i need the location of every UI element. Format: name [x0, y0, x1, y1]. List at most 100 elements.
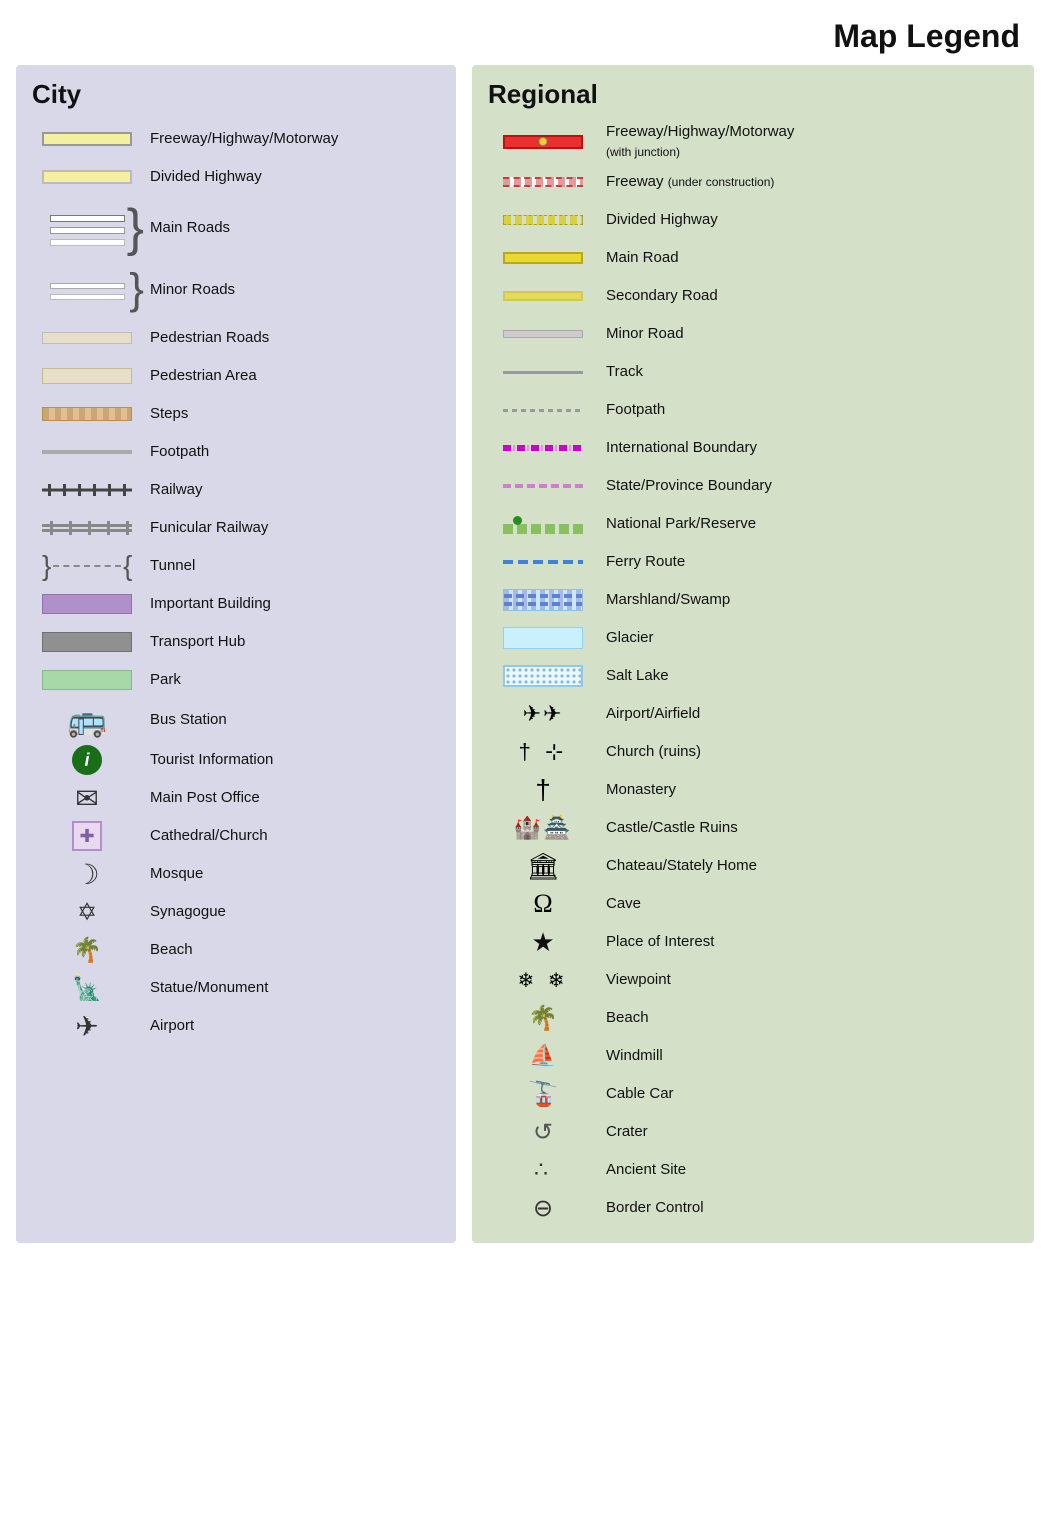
list-item: ☽ Mosque: [32, 857, 440, 891]
list-item: Park: [32, 663, 440, 697]
list-item: ❄ ❄ Viewpoint: [488, 963, 1018, 997]
airport-airfield-label: Airport/Airfield: [598, 704, 700, 724]
list-item: † Monastery: [488, 773, 1018, 807]
list-item: ✉ Main Post Office: [32, 781, 440, 815]
bus-station-label: Bus Station: [142, 710, 227, 730]
list-item: 🗽 Statue/Monument: [32, 971, 440, 1005]
list-item: Pedestrian Roads: [32, 321, 440, 355]
bus-station-icon: 🚌: [32, 701, 142, 739]
cable-car-label: Cable Car: [598, 1084, 674, 1104]
marshland-label: Marshland/Swamp: [598, 590, 730, 610]
list-item: † ⊹ Church (ruins): [488, 735, 1018, 769]
national-park-icon: [488, 514, 598, 534]
place-interest-label: Place of Interest: [598, 932, 714, 952]
marshland-icon: [488, 589, 598, 611]
city-panel: City Freeway/Highway/Motorway Divided Hi…: [16, 65, 456, 1243]
list-item: International Boundary: [488, 431, 1018, 465]
park-label: Park: [142, 670, 181, 690]
main-roads-icon: }: [32, 211, 142, 246]
castle-icon: 🏰🏯: [488, 815, 598, 841]
main-post-label: Main Post Office: [142, 788, 260, 808]
pedestrian-area-icon: [32, 368, 142, 384]
list-item: Steps: [32, 397, 440, 431]
viewpoint-label: Viewpoint: [598, 970, 671, 990]
place-interest-icon: ★: [488, 927, 598, 958]
salt-lake-icon: [488, 665, 598, 687]
viewpoint-icon: ❄ ❄: [488, 968, 598, 993]
reg-footpath-icon: [488, 409, 598, 412]
page-title: Map Legend: [0, 0, 1050, 65]
minor-roads-icon: }: [32, 279, 142, 300]
reg-track-label: Track: [598, 362, 643, 382]
minor-roads-label: Minor Roads: [142, 280, 235, 300]
list-item: } Main Roads: [32, 198, 440, 258]
list-item: ✈✈ Airport/Airfield: [488, 697, 1018, 731]
railway-label: Railway: [142, 480, 203, 500]
list-item: State/Province Boundary: [488, 469, 1018, 503]
synagogue-icon: ✡: [32, 898, 142, 927]
city-title: City: [32, 79, 440, 110]
transport-hub-icon: [32, 632, 142, 652]
list-item: Transport Hub: [32, 625, 440, 659]
church-ruins-icon: † ⊹: [488, 739, 598, 765]
list-item: ✈ Airport: [32, 1009, 440, 1043]
list-item: i Tourist Information: [32, 743, 440, 777]
church-ruins-label: Church (ruins): [598, 742, 701, 762]
list-item: ✚ Cathedral/Church: [32, 819, 440, 853]
salt-lake-label: Salt Lake: [598, 666, 669, 686]
transport-hub-label: Transport Hub: [142, 632, 245, 652]
freeway-icon: [32, 132, 142, 146]
list-item: Track: [488, 355, 1018, 389]
list-item: ⊖ Border Control: [488, 1191, 1018, 1225]
list-item: National Park/Reserve: [488, 507, 1018, 541]
list-item: Pedestrian Area: [32, 359, 440, 393]
list-item: Ferry Route: [488, 545, 1018, 579]
list-item: 🏰🏯 Castle/Castle Ruins: [488, 811, 1018, 845]
mosque-label: Mosque: [142, 864, 203, 884]
mosque-icon: ☽: [32, 858, 142, 891]
list-item: Railway: [32, 473, 440, 507]
footpath-label: Footpath: [142, 442, 209, 462]
crater-icon: ↺: [488, 1118, 598, 1147]
list-item: ★ Place of Interest: [488, 925, 1018, 959]
reg-main-icon: [488, 252, 598, 264]
reg-minor-icon: [488, 330, 598, 338]
reg-freeway-const-icon: [488, 177, 598, 187]
tunnel-icon: } }: [32, 552, 142, 580]
divided-hwy-icon: [32, 170, 142, 184]
list-item: } Minor Roads: [32, 262, 440, 317]
list-item: Footpath: [488, 393, 1018, 427]
reg-freeway-icon: [488, 135, 598, 149]
national-park-label: National Park/Reserve: [598, 514, 756, 534]
windmill-icon: ⛵: [488, 1043, 598, 1069]
cathedral-label: Cathedral/Church: [142, 826, 268, 846]
state-boundary-icon: [488, 484, 598, 488]
reg-secondary-icon: [488, 291, 598, 301]
list-item: Ω Cave: [488, 887, 1018, 921]
main-roads-label: Main Roads: [142, 218, 230, 238]
list-item: ⛵ Windmill: [488, 1039, 1018, 1073]
pedestrian-roads-icon: [32, 332, 142, 344]
ferry-route-label: Ferry Route: [598, 552, 685, 572]
tunnel-label: Tunnel: [142, 556, 195, 576]
funicular-icon: [32, 521, 142, 535]
list-item: Funicular Railway: [32, 511, 440, 545]
windmill-label: Windmill: [598, 1046, 663, 1066]
list-item: 🏛 Chateau/Stately Home: [488, 849, 1018, 883]
list-item: Marshland/Swamp: [488, 583, 1018, 617]
glacier-label: Glacier: [598, 628, 654, 648]
steps-icon: [32, 407, 142, 421]
reg-freeway-const-label: Freeway (under construction): [598, 172, 774, 192]
beach-label: Beach: [142, 940, 193, 960]
list-item: Freeway/Highway/Motorway: [32, 122, 440, 156]
border-control-label: Border Control: [598, 1198, 704, 1218]
reg-footpath-label: Footpath: [598, 400, 665, 420]
ancient-site-label: Ancient Site: [598, 1160, 686, 1180]
tourist-info-icon: i: [32, 745, 142, 775]
list-item: Main Road: [488, 241, 1018, 275]
regional-panel: Regional Freeway/Highway/Motorway(with j…: [472, 65, 1034, 1243]
list-item: Divided Highway: [32, 160, 440, 194]
airport-icon: ✈: [32, 1010, 142, 1043]
tourist-info-label: Tourist Information: [142, 750, 273, 770]
reg-divided-icon: [488, 215, 598, 225]
